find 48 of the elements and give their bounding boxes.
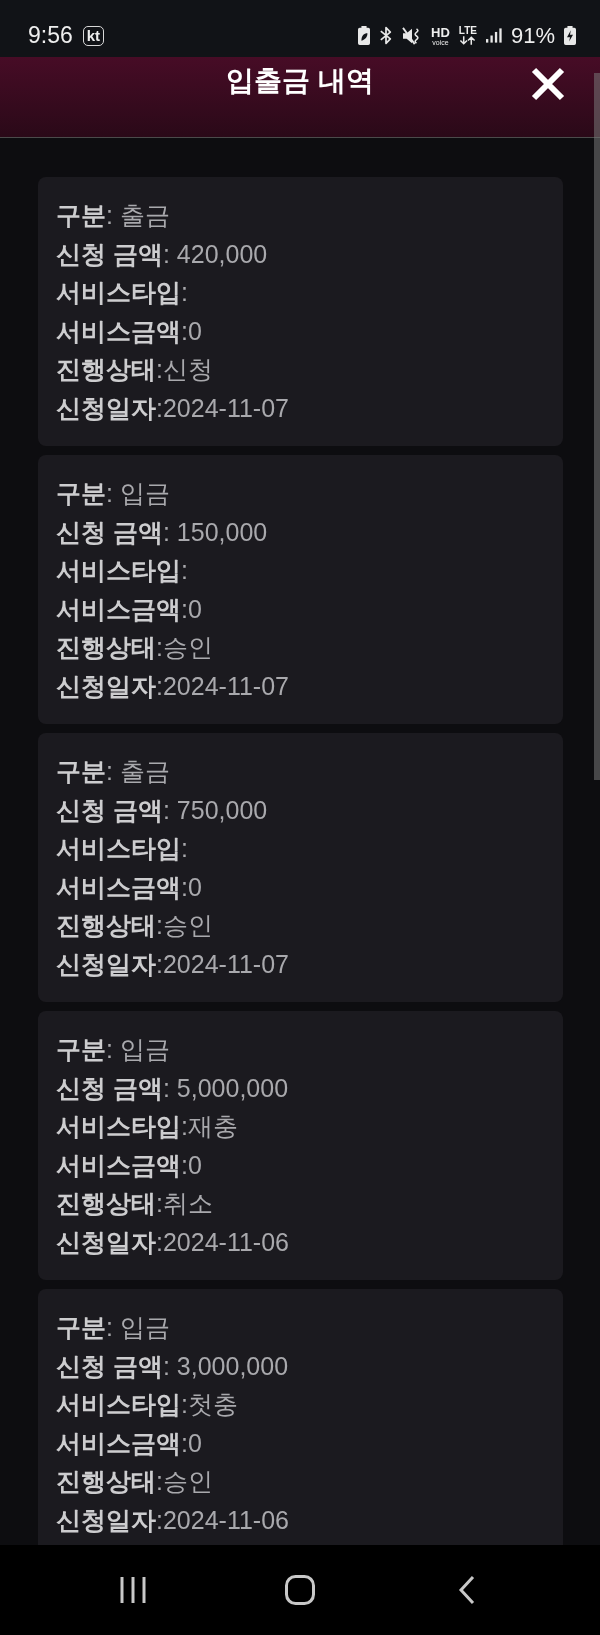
record-line: 신청일자:2024-11-07 [56,392,289,424]
status-time: 9:56 [28,22,73,49]
record-line: 신청 금액: 3,000,000 [56,1350,289,1382]
speaker-muted-icon [402,26,422,45]
record-line: 구분: 출금 [56,756,170,787]
carrier-label: kt [82,25,105,46]
record-line: 서비스타입: [56,277,188,308]
home-icon[interactable] [285,1575,315,1605]
network-label: LTE [458,26,477,36]
record-line: 신청 금액: 750,000 [56,794,268,826]
record-line: 신청일자:2024-11-06 [56,1226,289,1258]
record-line: 구분: 입금 [56,1312,170,1343]
record-line: 진행상태:승인 [56,910,213,941]
battery-charging-icon [564,26,576,45]
data-arrows-icon [459,36,477,45]
record-line: 진행상태:신청 [56,354,213,385]
record-line: 서비스금액:0 [56,1427,202,1459]
page-title: 입출금 내역 [226,64,374,98]
record-line: 서비스타입:재충 [56,1111,238,1142]
record-line: 서비스금액:0 [56,315,202,347]
close-button[interactable] [531,67,565,101]
record-line: 서비스타입:첫충 [56,1389,238,1420]
recents-icon[interactable] [119,1575,148,1605]
battery-percent: 91% [510,22,555,49]
record-line: 구분: 입금 [56,478,170,509]
record-line: 구분: 출금 [56,200,170,231]
record-line: 서비스금액:0 [56,871,202,903]
record-line: 신청일자:2024-11-07 [56,670,289,702]
bluetooth-icon [379,26,393,45]
record-line: 서비스타입: [56,833,188,864]
record-line: 신청일자:2024-11-06 [56,1504,289,1536]
record-line: 신청 금액: 150,000 [56,516,268,548]
record-line: 진행상태:취소 [56,1188,213,1219]
record-line: 진행상태:승인 [56,1466,213,1497]
scrollbar-thumb[interactable] [594,73,600,780]
battery-leaf-icon [358,26,370,45]
close-icon [531,67,565,101]
record-line: 서비스타입: [56,555,188,586]
record-line: 신청일자:2024-11-07 [56,948,289,980]
back-icon[interactable] [457,1575,476,1605]
record-line: 서비스금액:0 [56,593,202,625]
record-line: 신청 금액: 5,000,000 [56,1072,289,1104]
record-line: 신청 금액: 420,000 [56,238,268,270]
signal-icon [485,28,502,43]
record-line: 진행상태:승인 [56,632,213,663]
hd-label: HD [431,25,450,39]
record-line: 구분: 입금 [56,1034,170,1065]
record-line: 서비스금액:0 [56,1149,202,1181]
